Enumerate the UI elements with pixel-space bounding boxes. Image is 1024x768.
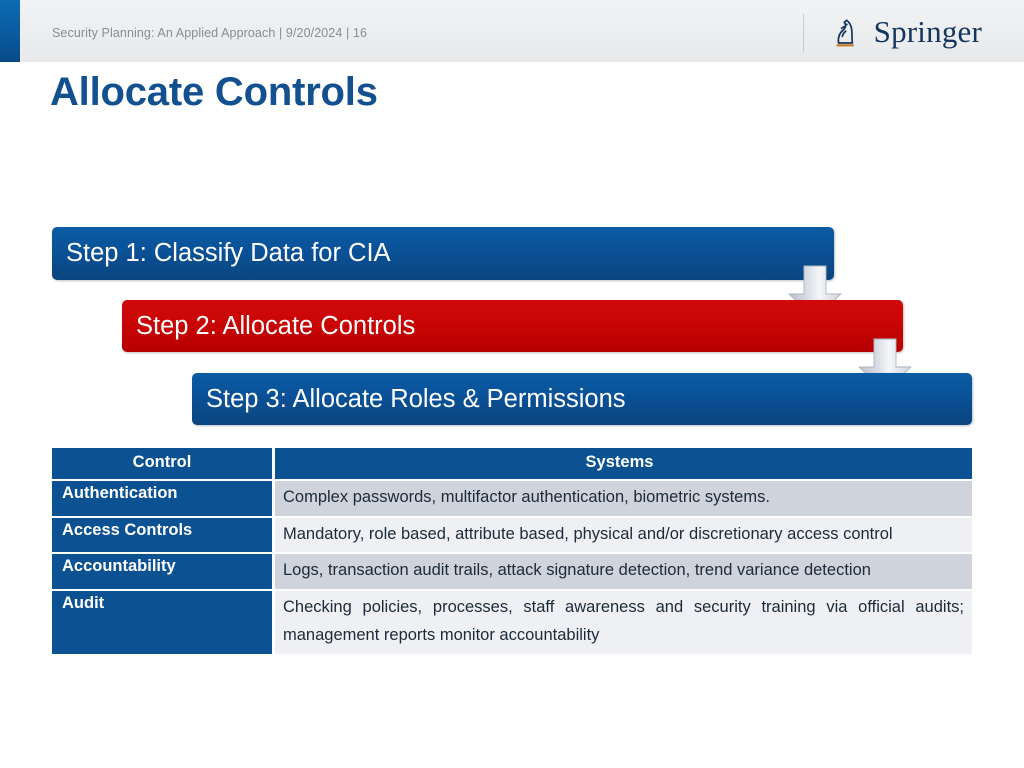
process-step-3-label: Step 3: Allocate Roles & Permissions xyxy=(206,384,626,413)
header-meta-text: Security Planning: An Applied Approach |… xyxy=(52,26,367,40)
table-cell-systems: Complex passwords, multifactor authentic… xyxy=(275,480,972,516)
table-cell-systems: Logs, transaction audit trails, attack s… xyxy=(275,554,972,590)
page-title: Allocate Controls xyxy=(50,70,378,114)
process-step-1: Step 1: Classify Data for CIA xyxy=(52,227,834,280)
logo-divider xyxy=(802,14,804,52)
process-step-2: Step 2: Allocate Controls xyxy=(122,300,903,352)
springer-logo: Springer xyxy=(802,11,982,55)
process-step-3: Step 3: Allocate Roles & Permissions xyxy=(192,373,972,425)
table-row: Authentication Complex passwords, multif… xyxy=(52,480,972,516)
springer-wordmark: Springer xyxy=(873,14,982,49)
table-row: Audit Checking policies, processes, staf… xyxy=(52,591,972,654)
controls-table: Control Systems Authentication Complex p… xyxy=(52,448,972,656)
slide-header-band: Security Planning: An Applied Approach |… xyxy=(0,0,1024,62)
table-header-control: Control xyxy=(52,448,272,479)
table-row: Access Controls Mandatory, role based, a… xyxy=(52,517,972,553)
table-row: Accountability Logs, transaction audit t… xyxy=(52,554,972,590)
springer-knight-icon xyxy=(825,13,865,53)
table-cell-systems: Mandatory, role based, attribute based, … xyxy=(275,517,972,553)
header-accent-block xyxy=(0,0,20,62)
table-header-row: Control Systems xyxy=(52,448,972,479)
table-cell-systems: Checking policies, processes, staff awar… xyxy=(275,591,972,654)
process-step-1-label: Step 1: Classify Data for CIA xyxy=(66,239,391,267)
table-cell-control: Accountability xyxy=(52,554,272,590)
table-cell-control: Audit xyxy=(52,591,272,654)
table-cell-control: Access Controls xyxy=(52,517,272,553)
process-step-2-label: Step 2: Allocate Controls xyxy=(136,311,416,340)
table-header-systems: Systems xyxy=(275,448,972,479)
table-cell-control: Authentication xyxy=(52,480,272,516)
